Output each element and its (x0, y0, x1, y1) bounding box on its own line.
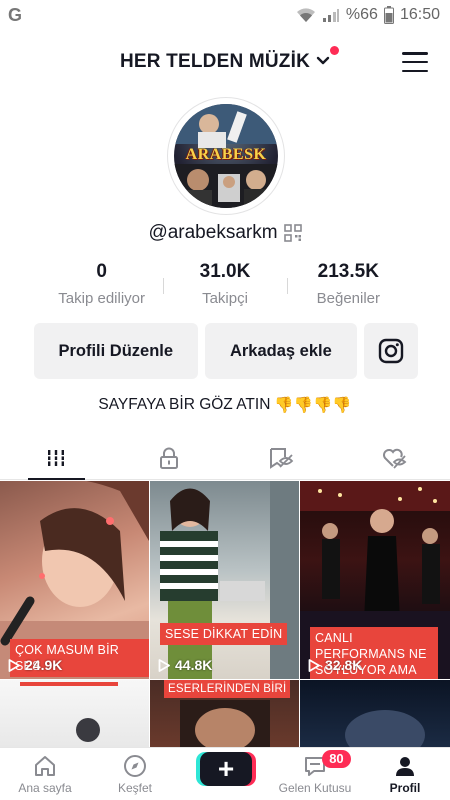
lock-icon (159, 447, 178, 469)
video-caption: ESERLERİNDEN BİRİ (164, 680, 291, 698)
edit-profile-button[interactable]: Profili Düzenle (34, 323, 198, 379)
compass-icon (124, 755, 146, 777)
wifi-icon (296, 8, 315, 22)
create-video-button[interactable]: + (200, 752, 252, 786)
status-bar: G %66 16:50 (0, 0, 450, 30)
tab-private[interactable] (113, 436, 226, 479)
status-icons: %66 16:50 (296, 6, 440, 24)
add-friend-button[interactable]: Arkadaş ekle (204, 323, 358, 379)
nav-label: Keşfet (117, 781, 153, 795)
hamburger-menu-icon[interactable] (402, 52, 428, 72)
google-g-icon: G (8, 4, 23, 25)
video-thumbnail[interactable]: ESERLERİNDEN BİRİ (150, 680, 299, 748)
stat-followers[interactable]: 31.0K Takipçi (163, 260, 286, 310)
battery-icon (383, 6, 394, 24)
profile-header: HER TELDEN MÜZİK (0, 40, 450, 84)
stat-label: Beğeniler (316, 290, 381, 307)
tab-videos[interactable] (0, 436, 113, 480)
avatar[interactable]: ARABESK (167, 97, 285, 215)
stat-label: Takip ediliyor (58, 290, 146, 307)
profile-icon (396, 757, 414, 776)
nav-inbox[interactable]: 80 Gelen Kutusu (270, 748, 360, 800)
account-name: HER TELDEN MÜZİK (119, 51, 311, 72)
home-icon (35, 756, 55, 776)
bottom-navigation: Ana sayfa Keşfet 80 Gelen Kutusu Profil … (0, 747, 450, 800)
video-thumbnail[interactable] (0, 680, 149, 748)
nav-label: Gelen Kutusu (278, 781, 352, 795)
nav-label: Profil (389, 781, 421, 795)
stat-value: 213.5K (317, 261, 379, 282)
signal-icon (322, 9, 339, 22)
liked-hidden-icon (382, 448, 407, 469)
view-count: 44.8K (158, 657, 212, 673)
plus-icon: + (217, 753, 235, 784)
stat-value: 31.0K (199, 261, 251, 282)
notification-dot (330, 46, 339, 55)
chevron-down-icon (316, 56, 330, 65)
view-count: 32.8K (308, 657, 362, 673)
video-thumbnail[interactable] (300, 680, 450, 748)
account-switcher[interactable]: HER TELDEN MÜZİK (120, 51, 330, 73)
thumbnail-image (345, 710, 425, 748)
thumbnail-image (76, 718, 100, 742)
tab-tagged[interactable] (225, 436, 338, 479)
avatar-image: ARABESK (174, 104, 278, 208)
instagram-icon (378, 338, 404, 364)
videos-grid-icon (46, 449, 67, 466)
clock: 16:50 (399, 6, 440, 23)
username-row: @arabeksarkm (0, 218, 450, 248)
profile-actions: Profili Düzenle Arkadaş ekle (34, 323, 419, 379)
profile-tabs (0, 436, 450, 480)
play-icon (158, 658, 170, 672)
username: @arabeksarkm (148, 222, 278, 243)
view-count-value: 24.9K (25, 657, 63, 673)
video-thumbnail[interactable]: SESE DİKKAT EDİN 44.8K (150, 481, 299, 679)
thumbnail-image (160, 481, 299, 679)
play-icon (308, 658, 320, 672)
stat-label: Takipçi (202, 290, 248, 307)
qr-code-icon[interactable] (283, 224, 302, 242)
profile-stats: 0 Takip ediliyor 31.0K Takipçi 213.5K Be… (40, 260, 410, 310)
battery-percent: %66 (345, 6, 378, 23)
nav-home[interactable]: Ana sayfa (0, 748, 90, 800)
bio-text: SAYFAYA BİR GÖZ ATIN (98, 396, 271, 413)
tagged-hidden-icon (270, 447, 294, 469)
bio: SAYFAYA BİR GÖZ ATIN 👎👎👎👎 (0, 393, 450, 417)
play-icon (8, 658, 20, 672)
nav-label: Ana sayfa (18, 781, 72, 795)
stat-likes[interactable]: 213.5K Beğeniler (286, 260, 410, 310)
instagram-button[interactable] (364, 323, 419, 379)
video-grid: ÇOK MASUM BİR SES 24.9K SESE DİKKAT EDİN… (0, 481, 450, 748)
nav-profile[interactable]: Profil (360, 748, 450, 800)
thumbs-down-emoji: 👎👎👎👎 (274, 396, 352, 414)
tab-liked[interactable] (338, 436, 450, 479)
view-count: 24.9K (8, 657, 62, 673)
view-count-value: 44.8K (175, 657, 213, 673)
stat-value: 0 (96, 261, 107, 282)
inbox-badge: 80 (322, 750, 351, 768)
video-thumbnail[interactable]: CANLI PERFORMANS NE SÖYLÜYOR AMA 32.8K (300, 481, 450, 679)
view-count-value: 32.8K (325, 657, 363, 673)
video-caption: SESE DİKKAT EDİN (160, 623, 288, 645)
nav-discover[interactable]: Keşfet (90, 748, 180, 800)
stat-following[interactable]: 0 Takip ediliyor (40, 260, 163, 310)
avatar-logo-text: ARABESK (185, 146, 267, 163)
video-thumbnail[interactable]: ÇOK MASUM BİR SES 24.9K (0, 481, 149, 679)
